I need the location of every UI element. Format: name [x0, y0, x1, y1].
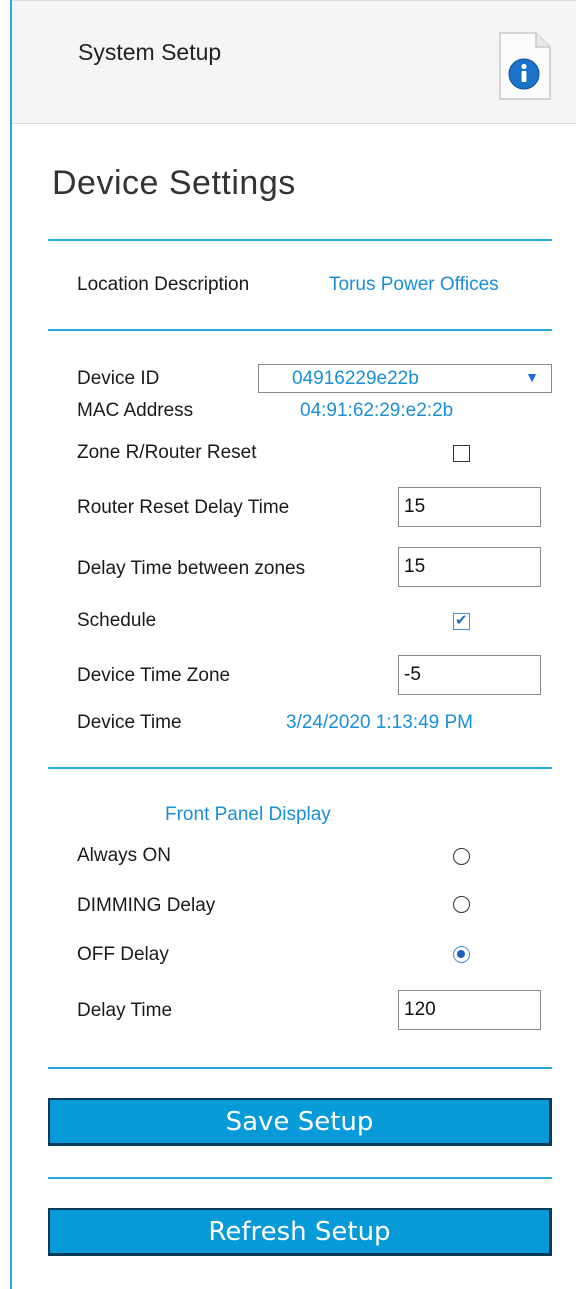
zone-reset-label: Zone R/Router Reset: [77, 442, 257, 463]
divider: [48, 1177, 552, 1179]
header-title: System Setup: [78, 39, 222, 65]
divider: [48, 1067, 552, 1069]
device-time-value: 3/24/2020 1:13:49 PM: [286, 712, 473, 733]
header-bar: System Setup: [12, 0, 576, 124]
zone-delay-input[interactable]: [398, 547, 541, 587]
schedule-label: Schedule: [77, 610, 157, 631]
device-time-label: Device Time: [77, 712, 182, 733]
radio-selected-dot: [457, 950, 465, 958]
radio-label-off-delay: OFF Delay: [77, 944, 169, 965]
save-setup-button[interactable]: Save Setup: [48, 1098, 552, 1146]
checkmark-icon: ✔: [455, 612, 468, 629]
mac-address-label: MAC Address: [77, 400, 194, 421]
front-panel-heading: Front Panel Display: [165, 804, 331, 825]
router-delay-label: Router Reset Delay Time: [77, 497, 290, 518]
device-id-label: Device ID: [77, 368, 160, 389]
timezone-label: Device Time Zone: [77, 665, 231, 686]
radio-always-on[interactable]: [453, 848, 470, 865]
radio-off-delay[interactable]: [453, 946, 470, 963]
divider: [48, 767, 552, 769]
divider: [48, 329, 552, 331]
zone-delay-label: Delay Time between zones: [77, 558, 306, 579]
zone-reset-checkbox[interactable]: [453, 445, 470, 462]
page-title: Device Settings: [52, 164, 296, 202]
radio-label-always-on: Always ON: [77, 845, 171, 866]
location-value[interactable]: Torus Power Offices: [329, 274, 499, 296]
chevron-down-icon: ▼: [525, 369, 539, 385]
device-id-select[interactable]: 04916229e22b ▼: [258, 364, 552, 393]
schedule-checkbox[interactable]: ✔: [453, 612, 470, 630]
timezone-input[interactable]: [398, 655, 541, 695]
location-label: Location Description: [77, 274, 250, 295]
divider: [48, 239, 552, 241]
mac-address-value: 04:91:62:29:e2:2b: [300, 400, 454, 421]
radio-label-dimming-delay: DIMMING Delay: [77, 895, 216, 916]
router-delay-input[interactable]: [398, 487, 541, 527]
refresh-setup-button[interactable]: Refresh Setup: [48, 1208, 552, 1256]
info-document-icon[interactable]: [496, 31, 552, 101]
delay-time-label: Delay Time: [77, 1000, 173, 1021]
device-id-selected-value: 04916229e22b: [292, 368, 419, 389]
radio-dimming-delay[interactable]: [453, 896, 470, 913]
delay-time-input[interactable]: [398, 990, 541, 1030]
